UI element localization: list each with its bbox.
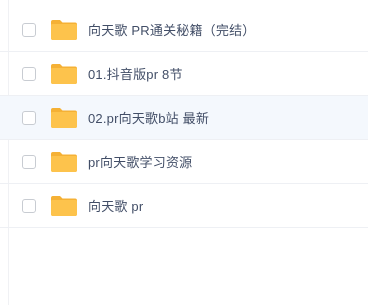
file-name[interactable]: 02.pr向天歌b站 最新	[88, 108, 209, 127]
file-row[interactable]: 向天歌 PR通关秘籍（完结）	[0, 8, 368, 52]
file-list: 向天歌 PR通关秘籍（完结） 01.抖音版pr 8节 02.pr向天歌b站 最新…	[0, 8, 368, 228]
file-name[interactable]: pr向天歌学习资源	[88, 152, 192, 171]
row-checkbox[interactable]	[22, 198, 36, 213]
folder-icon	[51, 195, 77, 216]
folder-icon	[51, 107, 77, 128]
folder-icon	[51, 63, 77, 84]
file-name[interactable]: 向天歌 PR通关秘籍（完结）	[88, 20, 255, 39]
file-row[interactable]: 向天歌 pr	[0, 184, 368, 228]
file-row[interactable]: 02.pr向天歌b站 最新	[0, 96, 368, 140]
folder-icon	[51, 151, 77, 172]
row-checkbox[interactable]	[22, 22, 36, 37]
row-checkbox[interactable]	[22, 110, 36, 125]
file-row[interactable]: 01.抖音版pr 8节	[0, 52, 368, 96]
file-name[interactable]: 01.抖音版pr 8节	[88, 64, 183, 83]
row-checkbox[interactable]	[22, 66, 36, 81]
row-checkbox[interactable]	[22, 154, 36, 169]
file-row[interactable]: pr向天歌学习资源	[0, 140, 368, 184]
folder-icon	[51, 19, 77, 40]
file-name[interactable]: 向天歌 pr	[88, 196, 143, 215]
